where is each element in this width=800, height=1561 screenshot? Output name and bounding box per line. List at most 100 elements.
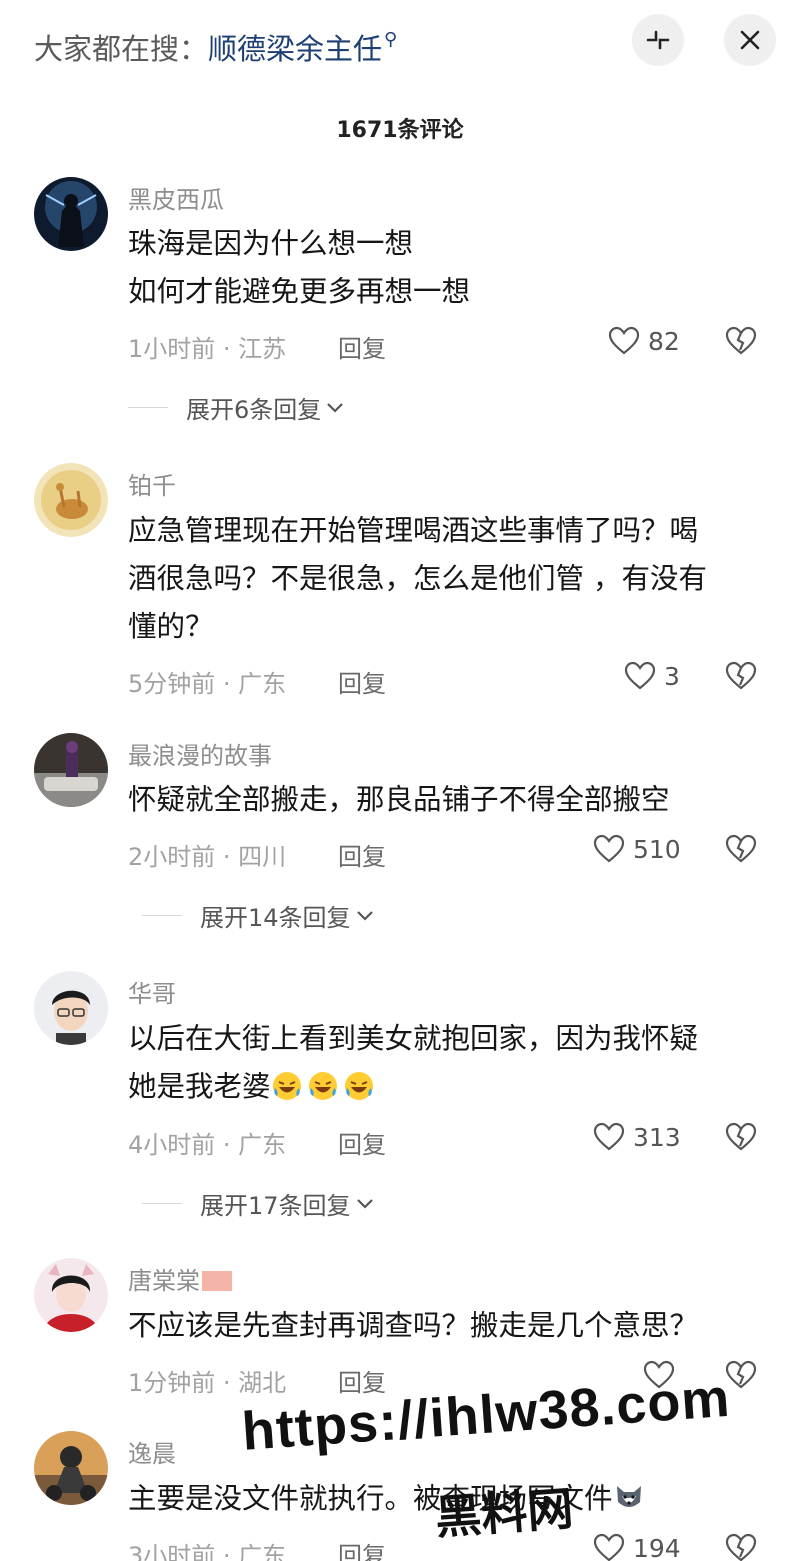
heart-icon [608,326,640,355]
expand-replies-label: 展开14条回复 [200,904,351,932]
comment-meta: 3小时前 · 广东 [128,1536,286,1561]
comment-text: 珠海是因为什么想一想 如何才能避免更多再想一想 [128,220,768,316]
comment-text: 应急管理现在开始管理喝酒这些事情了吗？喝 酒很急吗？不是很急，怎么是他们管 ，有… [128,507,768,651]
comment-time: 2小时前 [128,843,216,871]
username[interactable]: 逸晨 [128,1434,176,1469]
like-count: 82 [648,326,680,356]
comment-text-segment: 她是我老婆 [128,1070,271,1103]
comment-meta: 1小时前 · 江苏 [128,335,287,363]
comment-text-segment: 主要是没文件就执行。被查现场写文件 [128,1482,613,1515]
like-count: 3 [664,661,680,691]
comment-text-line: 酒很急吗？不是很急，怎么是他们管 ，有没有 [128,562,708,595]
username[interactable]: 唐棠棠 [128,1261,232,1296]
comment-location: 广东 [238,670,287,698]
like-button[interactable]: 82 [608,326,680,356]
comment-text-line: 以后在大街上看到美女就抱回家，因为我怀疑 [128,1022,699,1055]
dislike-button[interactable] [724,661,758,695]
avatar[interactable] [34,1431,108,1505]
laughing-tears-emoji-icon [272,1072,301,1100]
reply-button[interactable]: 回复 [338,1536,386,1561]
broken-heart-icon [725,1360,757,1389]
comment-text-line: 懂的？ [128,610,214,643]
avatar[interactable] [34,177,108,251]
comment-text-line: 她是我老婆 [128,1063,768,1111]
dislike-button[interactable] [724,834,758,868]
expand-replies-button[interactable]: 展开14条回复 [142,898,375,933]
laughing-tears-emoji-icon [344,1072,373,1100]
comment-text-line: 不应该是先查封再调查吗？搬走是几个意思？ [128,1309,699,1342]
dislike-button[interactable] [724,326,758,360]
comment-text: 怀疑就全部搬走，那良品铺子不得全部搬空 [128,776,768,824]
chevron-down-icon [356,1198,373,1209]
dislike-button[interactable] [724,1533,758,1561]
flag-icon [202,1271,232,1291]
comment-location: 江苏 [238,335,287,363]
username[interactable]: 华哥 [128,974,176,1009]
comment-meta: 2小时前 · 四川 [128,843,287,871]
comment-location: 四川 [238,843,287,871]
expand-replies-label: 展开17条回复 [200,1192,351,1220]
avatar[interactable] [34,733,108,807]
trending-search-term[interactable]: 顺德梁余主任 [208,32,382,66]
chevron-down-icon [327,402,344,413]
username-text: 唐棠棠 [128,1267,200,1295]
like-button[interactable]: 510 [593,834,681,864]
heart-icon [593,1533,625,1561]
reply-button[interactable]: 回复 [338,664,386,699]
reply-button[interactable]: 回复 [338,1125,386,1160]
like-button[interactable]: 313 [593,1122,681,1152]
like-button[interactable] [643,1360,683,1390]
close-icon [740,30,760,50]
like-count: 510 [633,834,681,864]
reply-button[interactable]: 回复 [338,837,386,872]
comment-count-title: 1671条评论 [336,118,464,143]
divider [128,407,168,408]
comment-location: 广东 [238,1131,287,1159]
divider [142,915,182,916]
reply-button[interactable]: 回复 [338,1363,386,1398]
reply-button[interactable]: 回复 [338,329,386,364]
close-button[interactable] [724,14,776,66]
like-button[interactable]: 3 [624,661,680,691]
expand-replies-button[interactable]: 展开6条回复 [128,390,345,425]
comment-time: 5分钟前 [128,670,216,698]
broken-heart-icon [725,661,757,690]
dislike-button[interactable] [724,1122,758,1156]
collapse-button[interactable] [632,14,684,66]
expand-replies-button[interactable]: 展开17条回复 [142,1186,375,1221]
heart-icon [593,1122,625,1151]
broken-heart-icon [725,1122,757,1151]
husky-emoji-icon [616,1486,641,1507]
comment-text: 不应该是先查封再调查吗？搬走是几个意思？ [128,1302,768,1350]
comment-text: 主要是没文件就执行。被查现场写文件 [128,1475,768,1523]
like-count: 194 [633,1533,681,1561]
broken-heart-icon [725,834,757,863]
collapse-icon [646,30,670,50]
trending-search[interactable]: 大家都在搜：顺德梁余主任 ⚲ [34,20,397,69]
like-count: 313 [633,1122,681,1152]
username[interactable]: 铂千 [128,466,176,501]
comment-text-line: 主要是没文件就执行。被查现场写文件 [128,1475,768,1523]
comment-location: 广东 [238,1542,287,1561]
comment-location: 湖北 [238,1369,287,1397]
broken-heart-icon [725,326,757,355]
avatar[interactable] [34,971,108,1045]
username[interactable]: 黑皮西瓜 [128,180,224,215]
top-bar: 大家都在搜：顺德梁余主任 ⚲ [0,0,800,80]
comment-time: 4小时前 [128,1131,216,1159]
divider [142,1203,182,1204]
comment-text-line: 应急管理现在开始管理喝酒这些事情了吗？喝 [128,514,699,547]
laughing-tears-emoji-icon [308,1072,337,1100]
dislike-button[interactable] [724,1360,758,1394]
like-button[interactable]: 194 [593,1533,681,1561]
comment-time: 1分钟前 [128,1369,216,1397]
heart-icon [593,834,625,863]
heart-icon [643,1360,675,1389]
avatar[interactable] [34,463,108,537]
username[interactable]: 最浪漫的故事 [128,736,272,771]
heart-icon [624,661,656,690]
comment-text-line: 怀疑就全部搬走，那良品铺子不得全部搬空 [128,783,670,816]
search-icon: ⚲ [384,29,398,50]
avatar[interactable] [34,1258,108,1332]
comment-meta: 1分钟前 · 湖北 [128,1369,287,1397]
